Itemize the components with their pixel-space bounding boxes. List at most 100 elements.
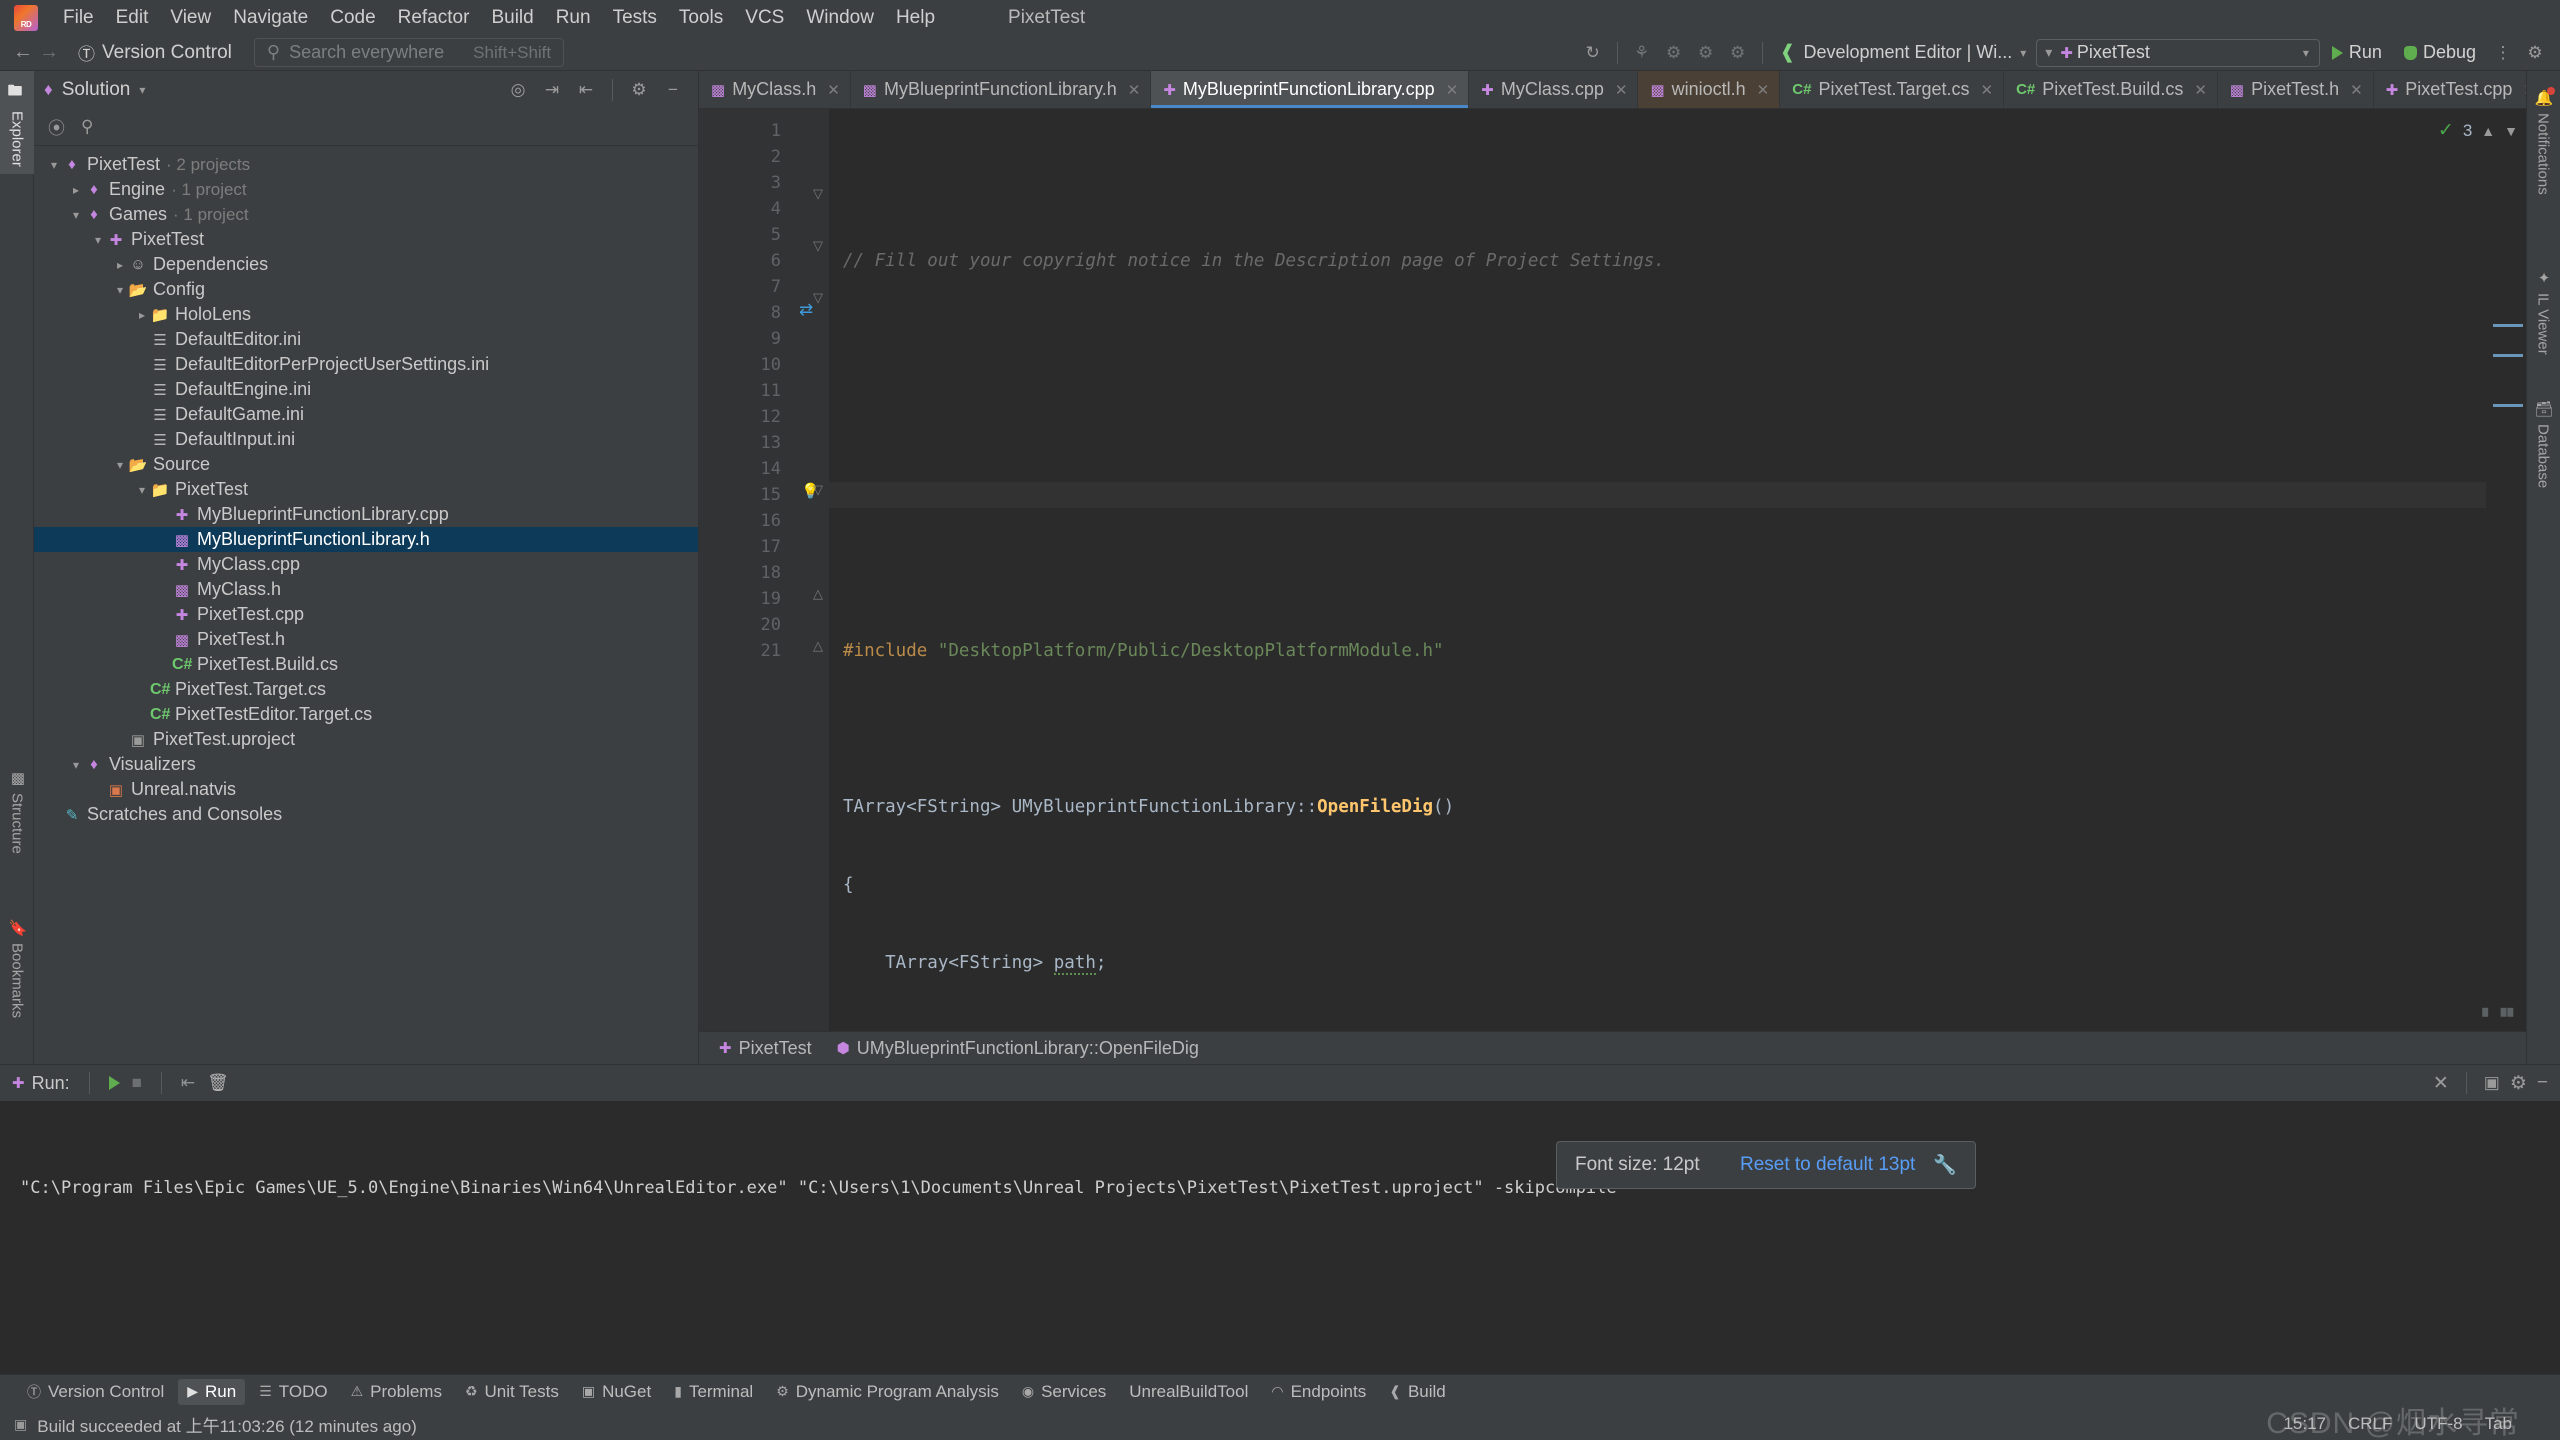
settings-gear-icon[interactable]: ⚙ (2520, 39, 2550, 67)
tool-window-terminal[interactable]: ▮ Terminal (665, 1379, 762, 1405)
editor-tab-myblueprintfunctionlibrary-cpp[interactable]: ✚ MyBlueprintFunctionLibrary.cpp ✕ (1151, 71, 1470, 108)
editor-tab-myclass-cpp[interactable]: ✚ MyClass.cpp ✕ (1469, 71, 1639, 108)
unreal-build-icon[interactable]: ⚙ (1691, 39, 1721, 67)
wrench-icon[interactable]: 🔧 (1933, 1153, 1957, 1177)
debug-button[interactable]: Debug (2394, 39, 2486, 67)
tool-window-unit-tests[interactable]: ♻ Unit Tests (456, 1379, 568, 1405)
rebuild-icon[interactable]: ⚙ (1659, 39, 1689, 67)
tool-window-unrealbuildtool[interactable]: UnrealBuildTool (1120, 1379, 1257, 1405)
tree-item-defaulteditorperprojectusersettings-ini[interactable]: ☰ DefaultEditorPerProjectUserSettings.ini (34, 352, 698, 377)
error-stripe-mark[interactable] (2493, 354, 2523, 357)
chevron-down-icon[interactable]: ▾ (112, 283, 128, 297)
menu-item-view[interactable]: View (159, 4, 222, 32)
menu-item-refactor[interactable]: Refactor (387, 4, 481, 32)
menu-item-help[interactable]: Help (885, 4, 946, 32)
status-line-ending[interactable]: CRLF (2348, 1414, 2392, 1434)
fold-marker-icon[interactable]: ▽ (813, 482, 823, 498)
refresh-icon[interactable]: ↻ (1578, 39, 1608, 67)
rail-tab-bookmarks[interactable]: 🔖 Bookmarks (0, 911, 34, 1026)
version-control-widget[interactable]: Ⓣ Version Control (72, 38, 238, 67)
tool-window-version-control[interactable]: Ⓣ Version Control (18, 1379, 173, 1405)
tree-item-dependencies[interactable]: ▸ ☺ Dependencies (34, 252, 698, 277)
editor-tab-winioctl-h[interactable]: ▩ winioctl.h ✕ (1638, 71, 1781, 108)
chevron-down-icon[interactable]: ▾ (46, 158, 62, 172)
error-stripe-mark[interactable] (2493, 324, 2523, 327)
line-number[interactable]: 17 (699, 534, 791, 560)
rail-tab-explorer[interactable]: 🖿 Explorer (0, 71, 34, 175)
stop-icon[interactable]: ■ (132, 1073, 142, 1093)
editor-tab-pixettest-h[interactable]: ▩ PixetTest.h ✕ (2218, 71, 2374, 108)
close-icon[interactable]: ✕ (1128, 81, 1141, 99)
editor-tab-pixettest-build-cs[interactable]: C# PixetTest.Build.cs ✕ (2004, 71, 2218, 108)
menu-item-tests[interactable]: Tests (602, 4, 668, 32)
editor-tab-myclass-h[interactable]: ▩ MyClass.h ✕ (699, 71, 851, 108)
search-everywhere[interactable]: ⚲ Search everywhere Shift+Shift (253, 38, 565, 67)
line-number[interactable]: 18 (699, 560, 791, 586)
chevron-down-icon[interactable]: ▾ (2303, 46, 2319, 60)
tree-item-pixettest-target-cs[interactable]: C# PixetTest.Target.cs (34, 677, 698, 702)
tree-item-unreal-natvis[interactable]: ▣ Unreal.natvis (34, 777, 698, 802)
menu-item-edit[interactable]: Edit (105, 4, 160, 32)
implementation-marker-icon[interactable]: ⇄ (799, 300, 813, 320)
menu-item-build[interactable]: Build (480, 4, 544, 32)
line-number[interactable]: 9 (699, 326, 791, 352)
soft-wrap-icon[interactable]: ⇤ (181, 1073, 195, 1093)
font-size-popup[interactable]: Font size: 12pt Reset to default 13pt 🔧 (1556, 1141, 1976, 1189)
chevron-down-icon[interactable]: ▾ (68, 758, 84, 772)
menu-item-tools[interactable]: Tools (668, 4, 734, 32)
expand-all-icon[interactable]: ⇥ (537, 76, 567, 104)
tree-item-pixettest-h[interactable]: ▩ PixetTest.h (34, 627, 698, 652)
back-icon[interactable]: ← (10, 40, 36, 66)
code-content[interactable]: // Fill out your copyright notice in the… (829, 109, 2486, 1031)
chevron-right-icon[interactable]: ▸ (134, 308, 150, 322)
tree-item-defaultengine-ini[interactable]: ☰ DefaultEngine.ini (34, 377, 698, 402)
line-number[interactable]: 3 (699, 170, 791, 196)
hide-panel-icon[interactable]: − (2537, 1072, 2548, 1094)
locate-file-icon[interactable]: ◎ (503, 76, 533, 104)
rail-tab-il-viewer[interactable]: ✦ IL Viewer (2526, 261, 2560, 363)
rerun-icon[interactable] (108, 1076, 120, 1090)
editor-right-gutter[interactable]: ✓ 3 ▲ ▼ ▖▗▖ (2438, 109, 2526, 1031)
forward-icon[interactable]: → (36, 40, 62, 66)
build-solution-icon[interactable]: ⚘ (1627, 39, 1657, 67)
breadcrumb-project[interactable]: ✚ PixetTest (719, 1038, 812, 1059)
tree-item-myclass-h[interactable]: ▩ MyClass.h (34, 577, 698, 602)
tree-item-pixettest-uproject[interactable]: ▣ PixetTest.uproject (34, 727, 698, 752)
editor-tab-bar[interactable]: ▩ MyClass.h ✕ ▩ MyBlueprintFunctionLibrary.h… (699, 71, 2526, 109)
tree-item-source[interactable]: ▾ 📂 Source (34, 452, 698, 477)
editor-tab-myblueprintfunctionlibrary-h[interactable]: ▩ MyBlueprintFunctionLibrary.h ✕ (851, 71, 1152, 108)
status-encoding[interactable]: UTF-8 (2414, 1414, 2462, 1434)
tree-item-pixettest[interactable]: ▾ ✚ PixetTest (34, 227, 698, 252)
chevron-down-icon[interactable]: ▾ (68, 208, 84, 222)
close-icon[interactable]: ✕ (2433, 1072, 2449, 1095)
tree-item-defaultinput-ini[interactable]: ☰ DefaultInput.ini (34, 427, 698, 452)
tree-item-pixettesteditor-target-cs[interactable]: C# PixetTestEditor.Target.cs (34, 702, 698, 727)
tree-item-myblueprintfunctionlibrary-cpp[interactable]: ✚ MyBlueprintFunctionLibrary.cpp (34, 502, 698, 527)
line-number[interactable]: 21 (699, 638, 791, 664)
fold-marker-icon[interactable]: ▽ (813, 186, 823, 202)
solution-tree[interactable]: ▾ ♦ PixetTest · 2 projects ▸ ♦ Engine · 1 proje… (34, 146, 698, 1064)
close-icon[interactable]: ✕ (1757, 81, 1770, 99)
chevron-down-icon[interactable]: ▾ (134, 483, 150, 497)
solution-explorer-view-icon[interactable]: ⦿ (48, 114, 65, 139)
line-number[interactable]: 14 (699, 456, 791, 482)
tree-item-myblueprintfunctionlibrary-h[interactable]: ▩ MyBlueprintFunctionLibrary.h (34, 527, 698, 552)
line-number[interactable]: 8 (699, 300, 791, 326)
build-configuration-selector[interactable]: ❰ Development Editor | Wi... ▾ (1772, 38, 2035, 67)
chevron-down-icon[interactable]: ▾ (112, 458, 128, 472)
line-number[interactable]: 12 (699, 404, 791, 430)
chevron-right-icon[interactable]: ▸ (68, 183, 84, 197)
tool-window-dynamic-program-analysis[interactable]: ⚙ Dynamic Program Analysis (767, 1379, 1008, 1405)
rail-tab-notifications[interactable]: 🔔 Notifications (2526, 81, 2560, 203)
tool-window-run[interactable]: ▶ Run (178, 1378, 246, 1405)
line-number[interactable]: 5 (699, 222, 791, 248)
tool-window-todo[interactable]: ☰ TODO (250, 1379, 336, 1405)
menu-item-vcs[interactable]: VCS (734, 4, 795, 32)
layout-icon[interactable]: ▣ (2484, 1073, 2500, 1093)
tree-item-visualizers[interactable]: ▾ ♦ Visualizers (34, 752, 698, 777)
reset-font-size-link[interactable]: Reset to default 13pt (1740, 1154, 1915, 1176)
run-settings-gear-icon[interactable]: ⚙ (2510, 1072, 2527, 1095)
line-number[interactable]: 2 (699, 144, 791, 170)
close-icon[interactable]: ✕ (2194, 81, 2207, 99)
close-icon[interactable]: ✕ (2350, 81, 2363, 99)
